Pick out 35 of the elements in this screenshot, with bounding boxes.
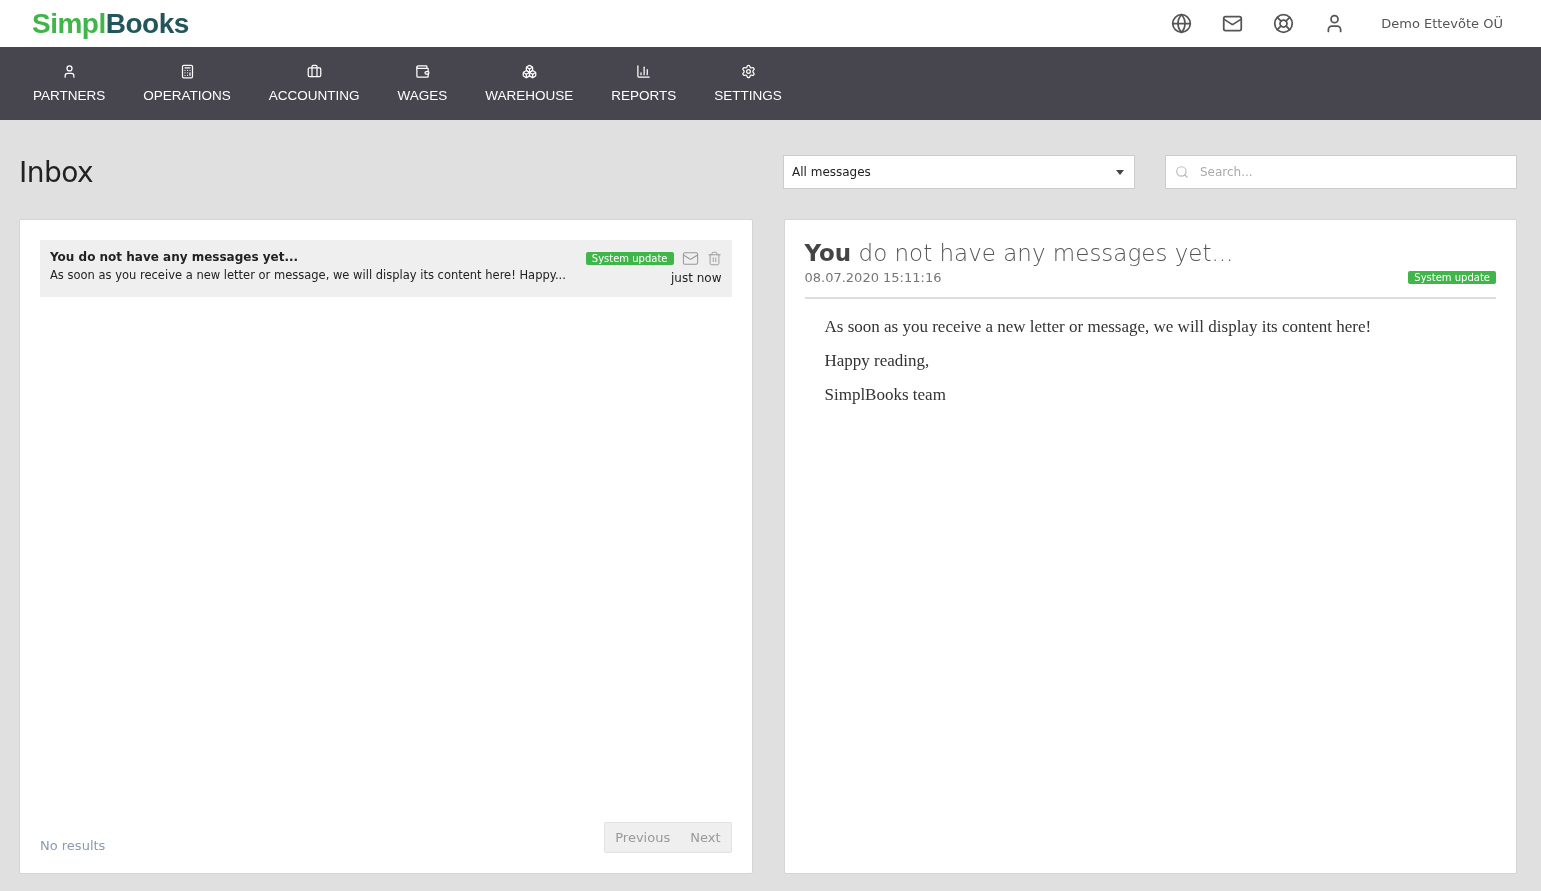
- nav-item[interactable]: ACCOUNTING: [249, 47, 379, 120]
- logo[interactable]: SimplBooks: [32, 7, 189, 40]
- message-title: You do not have any messages yet...: [50, 250, 300, 264]
- results-status: No results: [40, 838, 106, 853]
- message-paragraph: SimplBooks team: [824, 385, 947, 405]
- message-date: 08.07.2020 15:11:16: [804, 270, 942, 285]
- person-icon: [61, 64, 77, 79]
- message-preview: As soon as you receive a new letter or message, we will display its content here! Happy...: [50, 268, 567, 282]
- company-name[interactable]: Demo Ettevõte OÜ: [1381, 16, 1503, 31]
- nav-item[interactable]: OPERATIONS: [124, 47, 250, 120]
- caret-icon: [1116, 169, 1124, 175]
- nav-item[interactable]: WAREHOUSE: [466, 47, 593, 120]
- search-icon: [1175, 165, 1189, 179]
- message-time: just now: [671, 271, 722, 285]
- briefcase-icon: [306, 64, 322, 79]
- nav-item[interactable]: WAGES: [378, 47, 467, 120]
- bar-chart-icon: [636, 64, 652, 79]
- lifebuoy-icon[interactable]: [1273, 13, 1295, 34]
- mail-icon[interactable]: [1222, 13, 1244, 34]
- message-paragraph: As soon as you receive a new letter or message, we will display its content here!: [824, 317, 1373, 337]
- boxes-icon: [521, 64, 537, 79]
- nav-item[interactable]: SETTINGS: [695, 47, 801, 120]
- message-heading: You do not have any messages yet...: [804, 240, 1235, 266]
- message-paragraph: Happy reading,: [824, 351, 931, 371]
- search-field[interactable]: Search...: [1165, 155, 1517, 189]
- tag: System update: [1408, 271, 1496, 284]
- calculator-icon: [179, 64, 195, 79]
- globe-icon[interactable]: [1171, 13, 1193, 34]
- page-title: Inbox: [19, 155, 94, 189]
- tag: System update: [585, 252, 674, 265]
- nav-item[interactable]: REPORTS: [592, 47, 696, 120]
- nav-item[interactable]: PARTNERS: [14, 47, 125, 120]
- filter-dropdown[interactable]: All messages: [783, 155, 1135, 189]
- settings-icon: [740, 64, 756, 79]
- wallet-icon: [414, 64, 430, 79]
